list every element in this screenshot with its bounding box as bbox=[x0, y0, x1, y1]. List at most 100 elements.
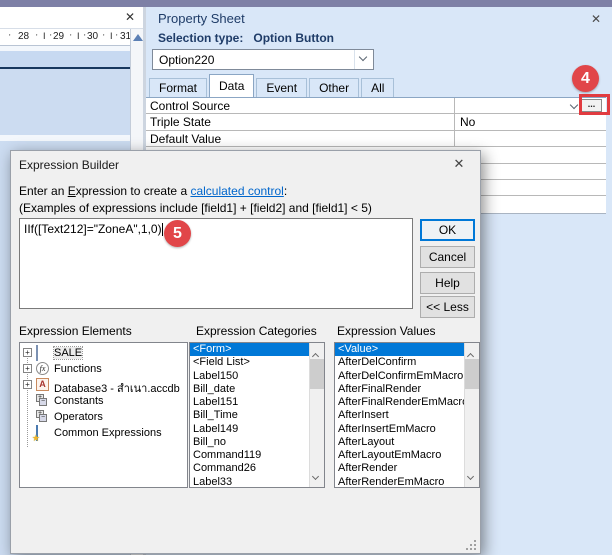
chevron-down-icon[interactable] bbox=[570, 101, 578, 109]
expand-icon[interactable]: + bbox=[23, 380, 32, 389]
vertical-scrollbar[interactable] bbox=[309, 343, 324, 487]
expression-text: IIf([Text212]="ZoneA",1,0) bbox=[24, 222, 162, 236]
list-item[interactable]: Label149 bbox=[190, 423, 309, 436]
tree-item-functions[interactable]: + fx Functions bbox=[20, 361, 187, 377]
ok-button[interactable]: OK bbox=[420, 219, 475, 241]
list-item[interactable]: Bill_date bbox=[190, 383, 309, 396]
scroll-thumb[interactable] bbox=[310, 359, 324, 389]
ruler-tick: ' bbox=[36, 33, 38, 42]
design-panel-header: ✕ bbox=[0, 7, 143, 29]
list-item[interactable]: AfterDelConfirmEmMacro bbox=[335, 370, 464, 383]
list-item[interactable]: AfterRender bbox=[335, 462, 464, 475]
control-selector-value: Option220 bbox=[159, 53, 214, 67]
tree-item-label[interactable]: SALE bbox=[54, 347, 82, 359]
list-item[interactable]: AfterRenderEmMacro bbox=[335, 476, 464, 488]
cancel-button[interactable]: Cancel bbox=[420, 246, 475, 268]
list-item[interactable]: Command26 bbox=[190, 462, 309, 475]
close-icon[interactable]: ✕ bbox=[450, 155, 468, 173]
property-row-control-source[interactable]: Control Source ... bbox=[146, 98, 606, 114]
expression-elements-tree[interactable]: + SALE + fx Functions + A Database3 - สำ… bbox=[19, 342, 188, 488]
tree-item-constants[interactable]: +− Constants bbox=[20, 393, 187, 409]
values-label: Expression Values bbox=[337, 324, 436, 338]
control-selector-combobox[interactable]: Option220 bbox=[152, 49, 374, 70]
functions-icon: fx bbox=[36, 362, 49, 375]
property-row-triple-state[interactable]: Triple State No bbox=[146, 114, 606, 130]
expression-values-list[interactable]: <Value> AfterDelConfirm AfterDelConfirmE… bbox=[334, 342, 480, 488]
tree-item-sale[interactable]: + SALE bbox=[20, 345, 187, 361]
list-item[interactable]: AfterDelConfirm bbox=[335, 356, 464, 369]
property-tabs: Format Data Event Other All bbox=[149, 74, 396, 97]
scroll-down-icon[interactable] bbox=[313, 468, 318, 482]
text-cursor bbox=[162, 223, 163, 236]
tree-item-common-expressions[interactable]: ★ Common Expressions bbox=[20, 425, 187, 441]
less-button[interactable]: << Less bbox=[420, 296, 475, 318]
list-item[interactable]: AfterLayoutEmMacro bbox=[335, 449, 464, 462]
list-item[interactable]: Label33 bbox=[190, 476, 309, 488]
tree-item-label[interactable]: Operators bbox=[54, 411, 103, 423]
tree-item-operators[interactable]: +− Operators bbox=[20, 409, 187, 425]
list-item[interactable]: AfterLayout bbox=[335, 436, 464, 449]
ruler-tick: ' bbox=[84, 33, 86, 42]
tree-item-label[interactable]: Common Expressions bbox=[54, 427, 162, 439]
tree-item-database[interactable]: + A Database3 - สำเนา.accdb bbox=[20, 377, 187, 393]
list-item[interactable]: <Field List> bbox=[190, 356, 309, 369]
horizontal-ruler: ' 28 ' I ' 29 ' I ' 30 ' I ' 31 bbox=[0, 29, 131, 46]
ruler-tick: ' bbox=[70, 33, 72, 42]
list-item[interactable]: Command119 bbox=[190, 449, 309, 462]
common-expressions-icon: ★ bbox=[36, 425, 38, 441]
expression-input[interactable]: IIf([Text212]="ZoneA",1,0) bbox=[19, 218, 413, 309]
close-icon[interactable]: ✕ bbox=[122, 9, 138, 25]
scroll-up-icon[interactable] bbox=[133, 34, 143, 41]
selection-type-value: Option Button bbox=[253, 31, 334, 45]
property-row-default-value[interactable]: Default Value bbox=[146, 131, 606, 147]
instruction-part: xpression to create a bbox=[76, 184, 191, 198]
form-grid-band bbox=[0, 69, 131, 135]
instruction-part: Enter an bbox=[19, 184, 68, 198]
tree-item-label[interactable]: Constants bbox=[54, 395, 104, 407]
instruction-part: : bbox=[284, 184, 287, 198]
ruler-tick: I bbox=[110, 31, 113, 41]
help-button[interactable]: Help bbox=[420, 272, 475, 294]
ruler-tick: I bbox=[77, 31, 80, 41]
calculated-control-link[interactable]: calculated control bbox=[190, 184, 283, 198]
instruction-accel: E bbox=[68, 184, 76, 198]
elements-label: Expression Elements bbox=[19, 324, 132, 338]
chevron-down-icon[interactable] bbox=[354, 50, 373, 69]
form-grid-band bbox=[0, 51, 131, 67]
annotation-step-5: 5 bbox=[164, 220, 191, 247]
tab-other[interactable]: Other bbox=[309, 78, 359, 97]
list-item[interactable]: <Form> bbox=[190, 343, 309, 356]
tab-event[interactable]: Event bbox=[256, 78, 307, 97]
list-item[interactable]: AfterFinalRenderEmMacro bbox=[335, 396, 464, 409]
ruler-mark: 29 bbox=[53, 31, 64, 42]
scroll-down-icon[interactable] bbox=[468, 468, 473, 482]
list-item[interactable]: Label151 bbox=[190, 396, 309, 409]
ruler-tick: ' bbox=[103, 33, 105, 42]
resize-grip[interactable] bbox=[466, 540, 476, 550]
expand-icon[interactable]: + bbox=[23, 348, 32, 357]
ruler-tick: ' bbox=[50, 33, 52, 42]
instruction-text: Enter an Expression to create a calculat… bbox=[19, 184, 287, 198]
list-item[interactable]: Label150 bbox=[190, 370, 309, 383]
list-item[interactable]: Bill_no bbox=[190, 436, 309, 449]
access-database-icon: A bbox=[36, 378, 49, 391]
tab-all[interactable]: All bbox=[361, 78, 394, 97]
categories-label: Expression Categories bbox=[196, 324, 317, 338]
tab-format[interactable]: Format bbox=[149, 78, 207, 97]
expand-icon[interactable]: + bbox=[23, 364, 32, 373]
property-name: Default Value bbox=[146, 131, 455, 146]
list-item[interactable]: <Value> bbox=[335, 343, 464, 356]
close-icon[interactable]: ✕ bbox=[588, 11, 604, 27]
tab-data[interactable]: Data bbox=[209, 74, 254, 97]
selection-type-label: Selection type: bbox=[158, 31, 243, 45]
expression-categories-list[interactable]: <Form> <Field List> Label150 Bill_date L… bbox=[189, 342, 325, 488]
property-name: Control Source bbox=[146, 98, 455, 113]
scroll-thumb[interactable] bbox=[465, 359, 479, 389]
tree-item-label[interactable]: Functions bbox=[54, 363, 102, 375]
list-item[interactable]: AfterInsert bbox=[335, 409, 464, 422]
vertical-scrollbar[interactable] bbox=[464, 343, 479, 487]
list-item[interactable]: AfterFinalRender bbox=[335, 383, 464, 396]
list-item[interactable]: AfterInsertEmMacro bbox=[335, 423, 464, 436]
list-item[interactable]: Bill_Time bbox=[190, 409, 309, 422]
ruler-mark: 28 bbox=[18, 31, 29, 42]
